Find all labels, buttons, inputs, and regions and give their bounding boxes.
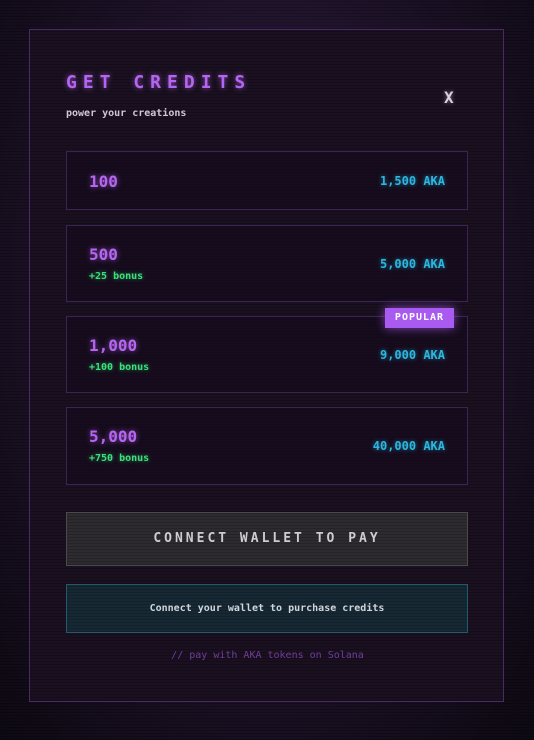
package-option-500[interactable]: 500 +25 bonus 5,000 AKA: [66, 225, 468, 302]
payment-note: // pay with AKA tokens on Solana: [171, 650, 364, 661]
package-option-100[interactable]: 100 1,500 AKA: [66, 151, 468, 210]
package-bonus: +750 bonus: [89, 453, 150, 464]
package-credits: 5,000: [89, 427, 138, 446]
credits-modal: GET CREDITS power your creations X 100 1…: [29, 29, 504, 702]
package-credits: 1,000: [89, 336, 138, 355]
close-icon[interactable]: X: [444, 88, 454, 107]
wallet-notice: Connect your wallet to purchase credits: [66, 584, 468, 633]
package-credits: 100: [89, 172, 118, 191]
package-price: 1,500 AKA: [379, 174, 445, 188]
package-bonus: +100 bonus: [89, 362, 150, 373]
package-price: 5,000 AKA: [379, 257, 445, 271]
package-option-5000[interactable]: 5,000 +750 bonus 40,000 AKA: [66, 407, 468, 485]
connect-wallet-button[interactable]: CONNECT WALLET TO PAY: [66, 512, 468, 566]
package-price: 9,000 AKA: [379, 348, 445, 362]
modal-subtitle: power your creations: [66, 108, 187, 119]
modal-title: GET CREDITS: [66, 72, 252, 93]
package-price: 40,000 AKA: [372, 439, 445, 453]
package-credits: 500: [89, 245, 118, 264]
popular-badge: POPULAR: [385, 308, 454, 328]
package-bonus: +25 bonus: [89, 271, 144, 282]
